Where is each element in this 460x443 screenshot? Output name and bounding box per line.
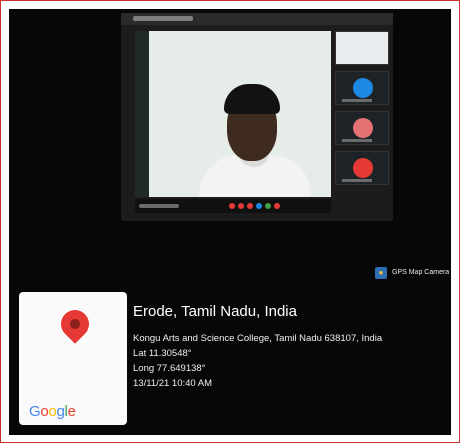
badge-label: GPS Map Camera bbox=[392, 269, 450, 276]
participant-avatar bbox=[353, 118, 373, 138]
meeting-title-bar bbox=[121, 13, 393, 25]
google-logo: Google bbox=[29, 403, 76, 420]
location-info: Erode, Tamil Nadu, India Kongu Arts and … bbox=[133, 303, 448, 391]
meeting-time-text bbox=[139, 204, 179, 208]
participant-avatar bbox=[353, 158, 373, 178]
location-datetime: 13/11/21 10:40 AM bbox=[133, 378, 213, 389]
call-controls-bar bbox=[135, 199, 331, 213]
geotagged-photo: ● GPS Map Camera Google Erode, Tamil Nad… bbox=[9, 9, 451, 435]
monitor-screen bbox=[121, 13, 393, 221]
google-logo-letter: G bbox=[29, 403, 41, 420]
location-address: Kongu Arts and Science College, Tamil Na… bbox=[133, 333, 383, 344]
participant-tile-1[interactable] bbox=[335, 31, 389, 65]
participant-name bbox=[342, 139, 372, 142]
call-control-button[interactable] bbox=[256, 203, 262, 209]
participant-name bbox=[342, 179, 372, 182]
call-control-button[interactable] bbox=[238, 203, 244, 209]
video-wall-edge bbox=[135, 31, 149, 197]
photo-frame: ● GPS Map Camera Google Erode, Tamil Nad… bbox=[0, 0, 460, 443]
participant-tile-3[interactable] bbox=[335, 111, 389, 145]
map-pin-icon bbox=[55, 304, 95, 344]
map-thumbnail[interactable]: Google bbox=[19, 292, 127, 425]
call-control-button[interactable] bbox=[229, 203, 235, 209]
main-video-feed[interactable] bbox=[135, 31, 331, 197]
call-control-button[interactable] bbox=[247, 203, 253, 209]
gps-map-camera-icon: ● bbox=[375, 267, 387, 279]
google-logo-letter: g bbox=[56, 403, 65, 420]
participant-tiles bbox=[335, 31, 389, 215]
participant-name bbox=[342, 99, 372, 102]
participant-tile-4[interactable] bbox=[335, 151, 389, 185]
participant-hair bbox=[224, 84, 280, 114]
gps-map-camera-badge: ● GPS Map Camera bbox=[375, 267, 451, 281]
google-logo-letter: e bbox=[67, 403, 76, 420]
call-control-button[interactable] bbox=[265, 203, 271, 209]
location-latitude: Lat 11.30548° bbox=[133, 348, 192, 359]
participant-avatar bbox=[353, 78, 373, 98]
meeting-title-text bbox=[133, 16, 193, 21]
call-control-button[interactable] bbox=[274, 203, 280, 209]
participant-tile-2[interactable] bbox=[335, 71, 389, 105]
location-city: Erode, Tamil Nadu, India bbox=[133, 303, 297, 320]
location-longitude: Long 77.649138° bbox=[133, 363, 206, 374]
